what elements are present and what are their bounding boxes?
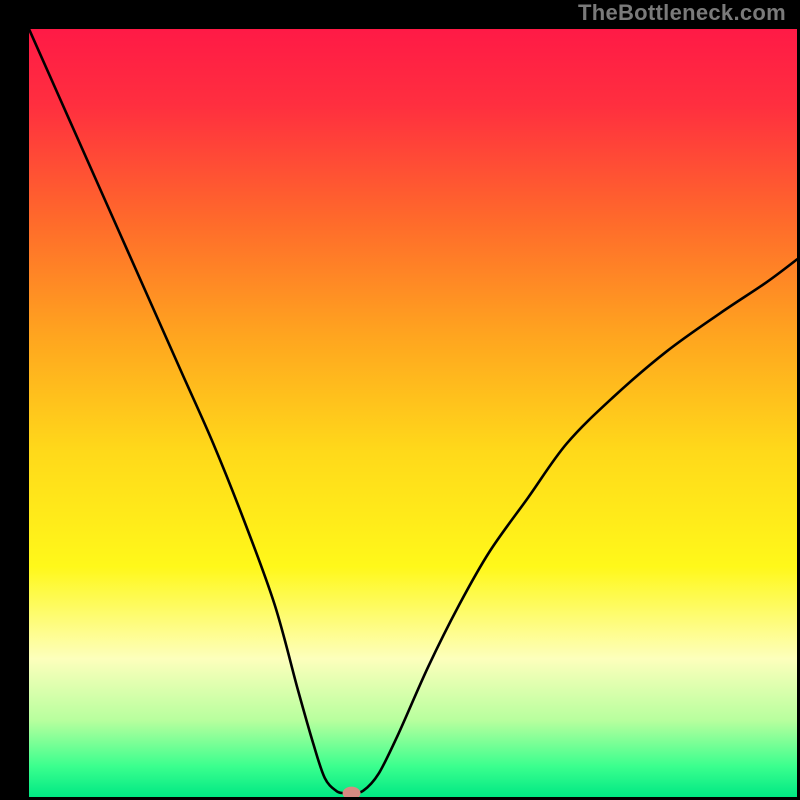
- chart-frame: [13, 13, 787, 787]
- gradient-background: [29, 29, 797, 797]
- chart-svg: [29, 29, 797, 797]
- watermark-text: TheBottleneck.com: [578, 0, 786, 26]
- plot-area: [29, 29, 797, 797]
